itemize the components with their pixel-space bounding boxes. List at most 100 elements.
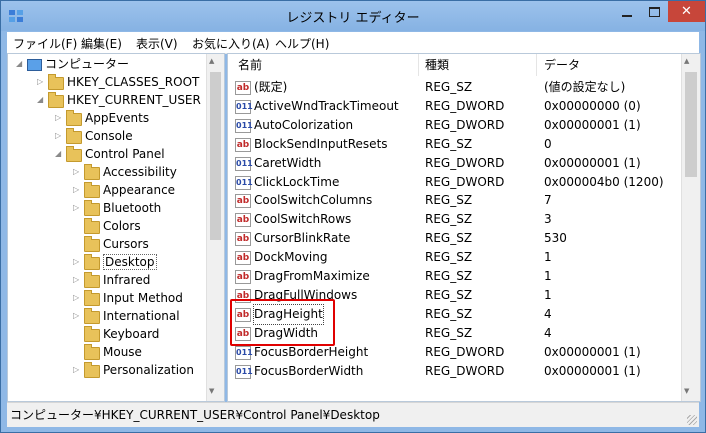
value-data: 0 [544,136,552,151]
value-data: 0x00000001 (1) [544,117,641,132]
scroll-down-arrow-icon[interactable]: ▼ [209,387,214,395]
scroll-up-arrow-icon[interactable]: ▲ [684,57,689,65]
menu-file[interactable]: ファイル(F) [13,35,77,52]
value-name: ClickLockTime [254,174,340,189]
value-type: REG_SZ [425,306,473,321]
value-list[interactable]: 名前 種類 データ ab (既定) REG_SZ (値の設定なし) 011 ActiveW… [227,53,701,402]
scroll-thumb[interactable] [685,72,697,177]
value-type: REG_DWORD [425,174,505,189]
menu-view[interactable]: 表示(V) [136,35,178,52]
key-tree[interactable]: ◢ コンピューター ▷ HKEY_CLASSES_ROOT ◢ HKEY_CURREN… [7,53,225,402]
expand-arrow-icon[interactable]: ▷ [73,271,79,289]
folder-icon [84,200,100,216]
tree-item-label: HKEY_CURRENT_USER [67,93,201,107]
collapse-arrow-icon[interactable]: ◢ [37,91,43,109]
tree-item-label: International [103,309,180,323]
value-row[interactable]: 011 ClickLockTime REG_DWORD 0x000004b0 (120… [228,173,678,192]
value-row[interactable]: ab DockMoving REG_SZ 1 [228,248,678,267]
value-row[interactable]: ab DragFromMaximize REG_SZ 1 [228,267,678,286]
expand-arrow-icon[interactable]: ▷ [73,307,79,325]
folder-icon [84,344,100,360]
value-name: CursorBlinkRate [254,231,351,246]
column-header-data[interactable]: データ [544,54,580,76]
scroll-up-arrow-icon[interactable]: ▲ [209,57,214,65]
registry-editor-window: レジストリ エディター ✕ ファイル(F) 編集(E) 表示(V) お気に入り(… [0,0,706,433]
list-vertical-scrollbar[interactable]: ▲ ▼ [681,54,700,401]
tree-item-label: Input Method [103,291,183,305]
minimize-button[interactable] [613,1,641,22]
expand-arrow-icon[interactable]: ▷ [73,181,79,199]
close-button[interactable]: ✕ [668,1,705,22]
expand-arrow-icon[interactable]: ▷ [37,73,43,91]
tree-item-label: HKEY_CLASSES_ROOT [67,75,200,89]
value-row[interactable]: ab BlockSendInputResets REG_SZ 0 [228,135,678,154]
folder-icon [48,74,64,90]
tree-item-label: Console [85,129,133,143]
binary-value-icon: 011 [235,99,253,114]
column-header-type[interactable]: 種類 [425,54,449,76]
value-type: REG_SZ [425,212,473,227]
value-data: 4 [544,306,552,321]
value-data: 0x00000001 (1) [544,344,641,359]
tree-vertical-scrollbar[interactable]: ▲ ▼ [206,54,224,401]
binary-value-icon: 011 [235,345,253,360]
column-header-name[interactable]: 名前 [238,54,262,76]
expand-arrow-icon[interactable]: ▷ [55,109,61,127]
value-type: REG_SZ [425,136,473,151]
value-row[interactable]: ab CursorBlinkRate REG_SZ 530 [228,229,678,248]
expand-arrow-icon[interactable]: ▷ [73,253,79,271]
folder-icon [84,236,100,252]
expand-arrow-icon[interactable]: ▷ [73,163,79,181]
folder-icon [84,326,100,342]
value-data: 1 [544,250,552,265]
value-name: CoolSwitchRows [254,212,352,227]
expand-arrow-icon[interactable]: ▷ [73,361,79,379]
title-bar[interactable]: レジストリ エディター ✕ [1,1,705,31]
binary-value-icon: 011 [235,175,253,190]
folder-icon [84,254,100,270]
value-row[interactable]: ab CoolSwitchColumns REG_SZ 7 [228,191,678,210]
value-row[interactable]: 011 ActiveWndTrackTimeout REG_DWORD 0x00000… [228,97,678,116]
value-name: ActiveWndTrackTimeout [254,98,399,113]
tree-item-label: Cursors [103,237,149,251]
folder-icon [66,128,82,144]
resize-grip[interactable] [687,415,697,425]
expand-arrow-icon[interactable]: ▷ [73,289,79,307]
menu-favorites[interactable]: お気に入り(A) [192,35,270,52]
menu-edit[interactable]: 編集(E) [81,35,122,52]
value-name: BlockSendInputResets [254,136,388,151]
folder-icon [84,218,100,234]
expand-arrow-icon[interactable]: ▷ [73,199,79,217]
column-divider[interactable] [536,54,537,76]
status-bar: コンピューター¥HKEY_CURRENT_USER¥Control Panel¥… [7,402,699,427]
value-type: REG_SZ [425,269,473,283]
value-row[interactable]: 011 AutoColorization REG_DWORD 0x00000001 (… [228,116,678,135]
value-row[interactable]: ab CoolSwitchRows REG_SZ 3 [228,210,678,229]
maximize-button[interactable] [641,1,668,22]
value-type: REG_SZ [425,287,473,302]
value-type: REG_SZ [425,325,473,340]
value-row[interactable]: ab (既定) REG_SZ (値の設定なし) [228,78,678,97]
value-data: 0x000004b0 (1200) [544,174,664,189]
string-value-icon: ab [235,81,251,95]
tree-item-label: AppEvents [85,111,150,125]
menu-help[interactable]: ヘルプ(H) [275,35,329,52]
scroll-down-arrow-icon[interactable]: ▼ [684,387,689,395]
collapse-arrow-icon[interactable]: ◢ [55,145,61,163]
status-path: コンピューター¥HKEY_CURRENT_USER¥Control Panel¥… [10,408,380,422]
value-type: REG_DWORD [425,117,505,132]
value-row[interactable]: 011 CaretWidth REG_DWORD 0x00000001 (1) [228,154,678,173]
value-type: REG_SZ [425,193,473,208]
string-value-icon: ab [235,270,251,284]
value-type: REG_DWORD [425,155,505,170]
folder-icon [84,290,100,306]
value-type: REG_DWORD [425,98,505,113]
expand-arrow-icon[interactable]: ◢ [16,55,22,73]
expand-arrow-icon[interactable]: ▷ [55,127,61,145]
value-data: 1 [544,287,552,302]
value-row[interactable]: 011 FocusBorderWidth REG_DWORD 0x00000001 (… [228,362,678,381]
scroll-thumb[interactable] [210,72,221,240]
value-data: 0x00000001 (1) [544,155,641,170]
column-divider[interactable] [418,54,419,76]
string-value-icon: ab [235,194,251,209]
